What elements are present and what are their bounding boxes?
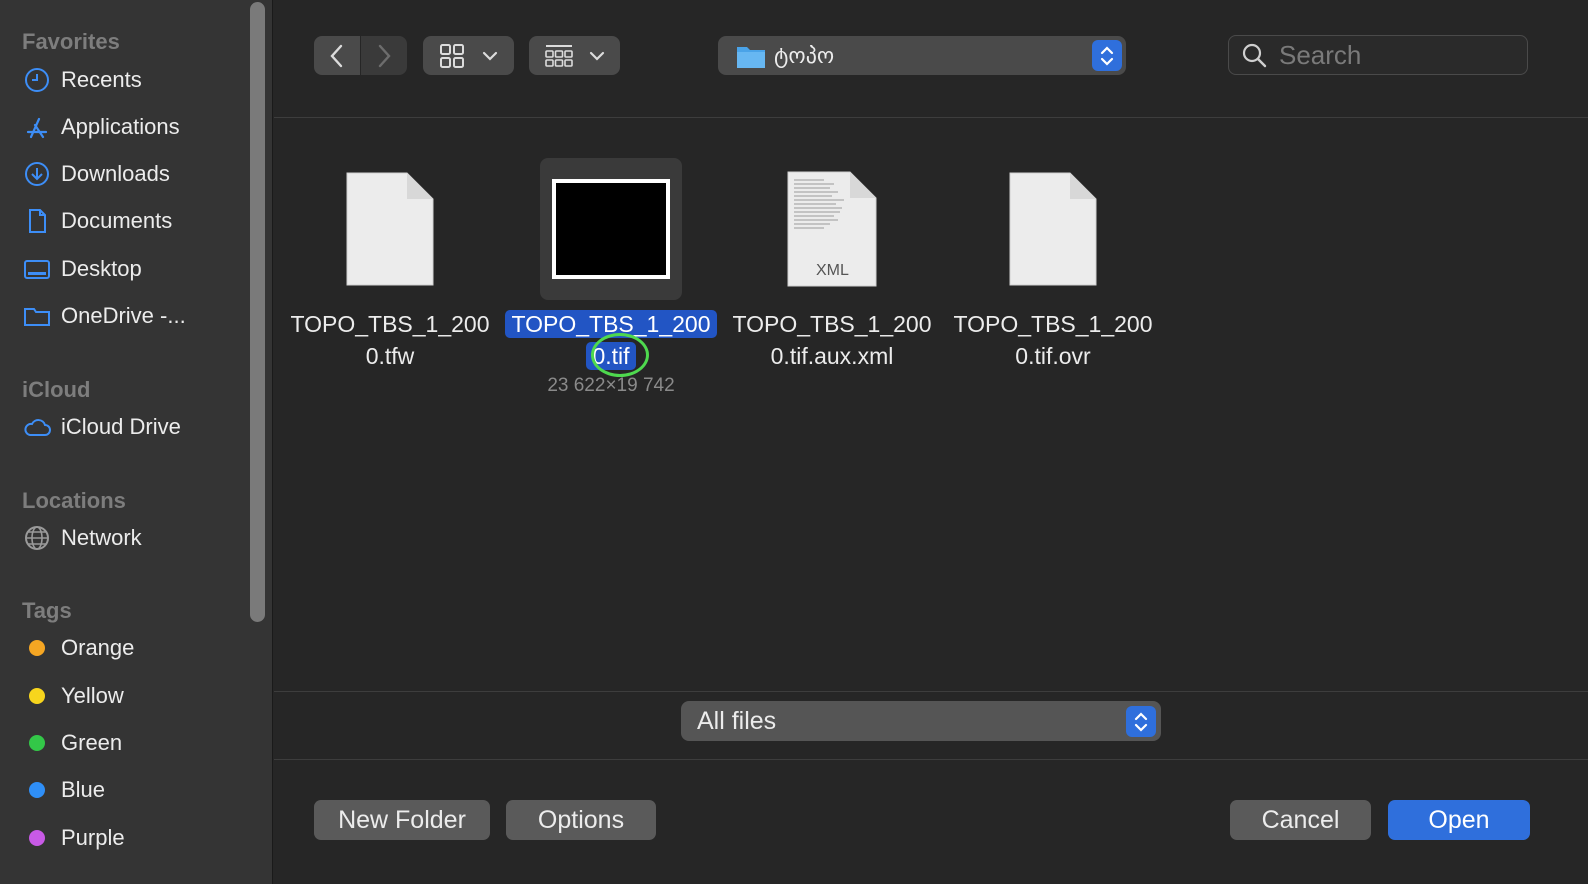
forward-button[interactable] (361, 36, 407, 75)
popup-stepper (1092, 40, 1122, 71)
orange-tag-dot (29, 640, 45, 656)
green-tag-dot (29, 735, 45, 751)
sidebar-item-label: Desktop (61, 256, 142, 281)
folder-icon (737, 46, 765, 68)
tags-header: Tags (22, 598, 72, 623)
options-button[interactable]: Options (506, 800, 656, 840)
new-folder-button[interactable]: New Folder (314, 800, 490, 840)
globe-icon (22, 523, 52, 553)
sidebar-item-tag-orange[interactable]: Orange (22, 628, 252, 668)
image-thumbnail-icon (552, 179, 670, 279)
file-name: TOPO_TBS_1_200 0.tfw (290, 311, 490, 369)
file-name: TOPO_TBS_1_200 0.tif.aux.xml (732, 311, 932, 369)
file-type-filter[interactable]: All files (681, 701, 1161, 741)
generic-file-icon (346, 172, 434, 286)
sidebar-item-label: Documents (61, 208, 173, 233)
favorites-header: Favorites (22, 29, 120, 54)
sidebar-item-label: Orange (61, 635, 135, 660)
group-view-button[interactable] (529, 36, 620, 75)
chevron-right-icon (378, 44, 391, 67)
sidebar-item-desktop[interactable]: Desktop (22, 249, 252, 289)
sidebar-item-downloads[interactable]: Downloads (22, 154, 252, 194)
sidebar-item-label: Network (61, 525, 142, 550)
icloud-header: iCloud (22, 377, 91, 402)
gallery-grid-icon (545, 44, 574, 67)
generic-file-icon (1009, 172, 1097, 286)
location-popup[interactable]: ტოპო (718, 36, 1126, 75)
icon-view-button[interactable] (423, 36, 514, 75)
blue-tag-dot (29, 782, 45, 798)
filter-value: All files (697, 706, 777, 735)
folder-icon (22, 301, 52, 331)
sidebar-item-documents[interactable]: Documents (22, 201, 252, 241)
popup-stepper (1126, 706, 1156, 737)
search-input[interactable] (1279, 39, 1509, 71)
sidebar-item-tag-blue[interactable]: Blue (22, 770, 252, 810)
open-button[interactable]: Open (1388, 800, 1530, 840)
sidebar-item-label: Blue (61, 777, 106, 802)
cloud-icon (22, 412, 52, 442)
back-button[interactable] (314, 36, 360, 75)
file-thumbnail (540, 158, 682, 300)
search-field[interactable] (1228, 35, 1528, 75)
file-name: TOPO_TBS_1_200 0.tif (501, 308, 721, 372)
yellow-tag-dot (29, 688, 45, 704)
file-name: TOPO_TBS_1_200 0.tif.ovr (953, 311, 1153, 369)
applications-icon (22, 112, 52, 142)
sidebar-item-label: Purple (61, 825, 125, 850)
sidebar-item-label: Yellow (61, 683, 124, 708)
sidebar-item-tag-green[interactable]: Green (22, 723, 252, 763)
download-icon (22, 159, 52, 189)
document-icon (22, 206, 52, 236)
file-item[interactable]: TOPO_TBS_1_200 0.tfw (280, 158, 500, 372)
grid-icon (440, 43, 465, 68)
chevron-left-icon (330, 44, 343, 67)
sidebar-item-tag-purple[interactable]: Purple (22, 818, 252, 858)
sidebar-item-label: Applications (61, 114, 180, 139)
sidebar-item-label: Green (61, 730, 123, 755)
sidebar-item-icloud-drive[interactable]: iCloud Drive (22, 407, 252, 447)
sidebar-item-label: Recents (61, 67, 142, 92)
chevron-down-icon (482, 51, 497, 61)
filter-divider (274, 691, 1588, 692)
file-dimensions: 23 622×19 742 (547, 375, 675, 396)
desktop-icon (22, 254, 52, 284)
chevron-down-icon (589, 51, 604, 61)
sidebar-scrollbar[interactable] (250, 2, 265, 622)
file-thumbnail (319, 158, 461, 300)
sidebar-item-tag-yellow[interactable]: Yellow (22, 676, 252, 716)
sidebar-item-onedrive[interactable]: OneDrive -... (22, 296, 252, 336)
sidebar: Favorites Recents Applications Downloads… (0, 0, 273, 884)
xml-badge: XML (816, 262, 849, 279)
sidebar-item-network[interactable]: Network (22, 518, 252, 558)
up-down-chevron-icon (1100, 45, 1114, 66)
sidebar-item-applications[interactable]: Applications (22, 107, 252, 147)
search-icon (1242, 43, 1267, 68)
file-thumbnail (982, 158, 1124, 300)
buttons-divider (274, 759, 1588, 760)
toolbar-divider (274, 117, 1588, 118)
clock-icon (22, 65, 52, 95)
current-folder-name: ტოპო (774, 42, 835, 68)
sidebar-item-label: OneDrive -... (61, 303, 186, 328)
locations-header: Locations (22, 488, 126, 513)
file-item-selected[interactable]: TOPO_TBS_1_200 0.tif 23 622×19 742 (501, 158, 721, 397)
sidebar-item-label: iCloud Drive (61, 414, 181, 439)
file-item[interactable]: TOPO_TBS_1_200 0.tif.ovr (943, 158, 1163, 372)
file-browser (274, 0, 1588, 884)
sidebar-item-recents[interactable]: Recents (22, 60, 252, 100)
purple-tag-dot (29, 830, 45, 846)
cancel-button[interactable]: Cancel (1230, 800, 1371, 840)
sidebar-item-label: Downloads (61, 161, 170, 186)
up-down-chevron-icon (1134, 711, 1148, 732)
